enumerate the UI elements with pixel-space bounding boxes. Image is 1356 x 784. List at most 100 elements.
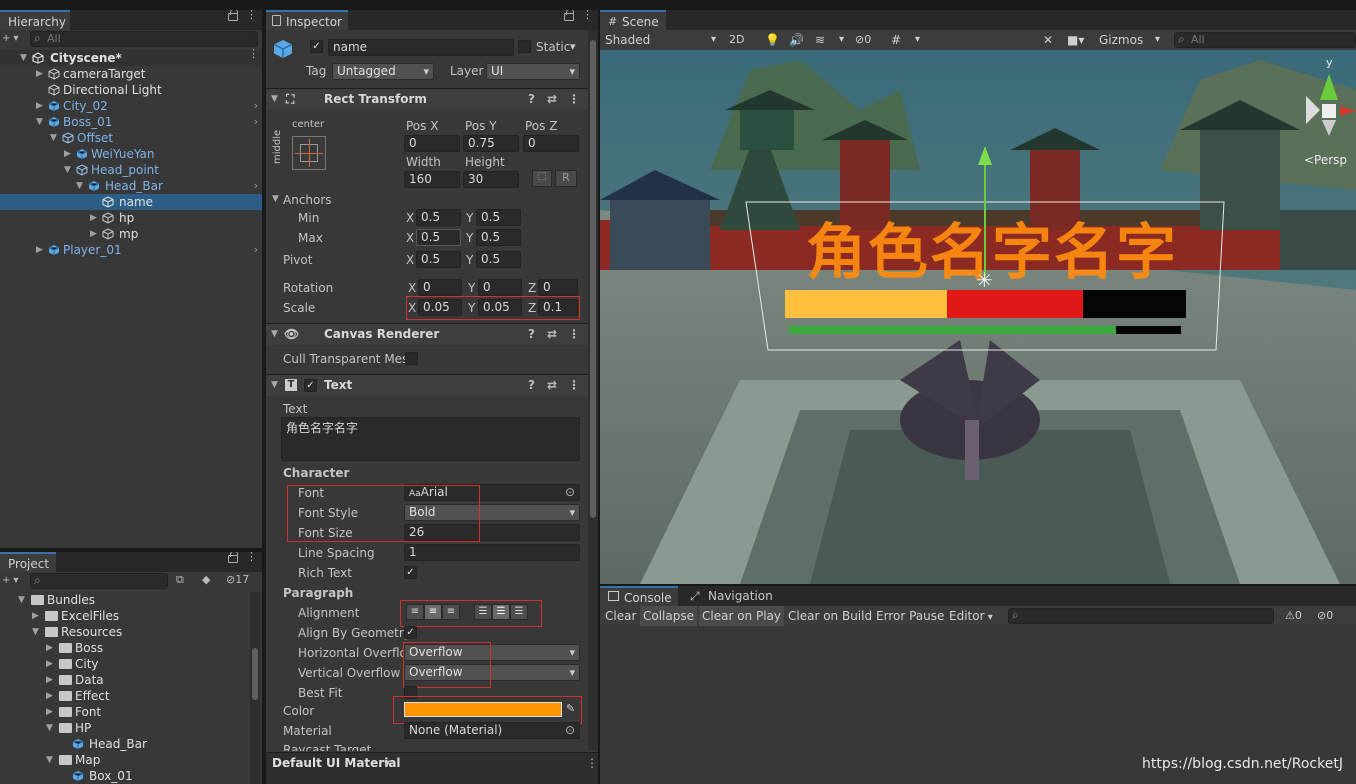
expand-arrow-icon[interactable]: ▼: [64, 162, 71, 178]
help-icon[interactable]: ?: [528, 375, 535, 395]
list-item[interactable]: Directional Light: [0, 82, 262, 98]
tab-project[interactable]: Project: [0, 552, 56, 572]
more-options-icon[interactable]: ⋮: [582, 10, 593, 25]
object-picker-icon[interactable]: ⊙: [565, 485, 575, 500]
console-clear-button[interactable]: Clear: [602, 606, 639, 626]
preset-icon[interactable]: ⇄: [547, 89, 557, 109]
tab-scene[interactable]: # Scene: [600, 10, 666, 30]
anchor-min-x-field[interactable]: 0.5: [416, 209, 461, 226]
collapse-arrow-icon[interactable]: ▶: [90, 210, 97, 226]
folder-item[interactable]: ▼ Bundles: [0, 592, 262, 608]
collapse-arrow-icon[interactable]: ▶: [46, 688, 53, 704]
hidden-count-icon[interactable]: ⊘17: [226, 573, 249, 586]
console-clear-on-play-button[interactable]: Clear on Play: [699, 606, 784, 626]
chevron-right-icon[interactable]: ›: [254, 98, 258, 114]
warning-count[interactable]: ⚠0: [1282, 606, 1305, 626]
posy-field[interactable]: 0.75: [463, 135, 519, 152]
scene-search[interactable]: All: [1174, 32, 1356, 48]
lock-icon[interactable]: [228, 10, 238, 21]
help-icon[interactable]: ?: [528, 324, 535, 344]
list-item-selected[interactable]: name: [0, 194, 262, 210]
anchor-max-x-field[interactable]: 0.5: [416, 229, 461, 246]
collapse-arrow-icon[interactable]: ▶: [90, 226, 97, 242]
tab-hierarchy[interactable]: Hierarchy: [0, 10, 70, 30]
collapse-arrow-icon[interactable]: ▶: [36, 66, 43, 82]
folder-item[interactable]: ▶ Font: [0, 704, 262, 720]
console-error-pause-button[interactable]: Error Pause: [873, 606, 947, 626]
line-spacing-field[interactable]: 1: [404, 544, 580, 561]
list-item[interactable]: ▶ hp: [0, 210, 262, 226]
static-dropdown-icon[interactable]: ▾: [570, 40, 576, 53]
foldout-arrow-icon[interactable]: ▼: [271, 324, 278, 344]
posz-field[interactable]: 0: [523, 135, 579, 152]
list-item[interactable]: ▶ mp: [0, 226, 262, 242]
orientation-gizmo[interactable]: [1322, 96, 1348, 112]
list-item[interactable]: ▼ Boss_01 ›: [0, 114, 262, 130]
list-item[interactable]: ▶ cameraTarget: [0, 66, 262, 82]
more-options-icon[interactable]: ⋮: [246, 552, 257, 567]
effects-toggle-icon[interactable]: ≋: [812, 30, 828, 50]
width-field[interactable]: 160: [404, 171, 460, 188]
object-picker-icon[interactable]: ⊙: [565, 723, 575, 738]
foldout-arrow-icon[interactable]: ▼: [271, 375, 278, 395]
folder-item[interactable]: ▼ Resources: [0, 624, 262, 640]
pivot-y-field[interactable]: 0.5: [476, 251, 521, 268]
effects-dropdown-icon[interactable]: ▾: [836, 30, 847, 50]
rich-text-checkbox[interactable]: ✓: [404, 566, 417, 579]
anchors-label[interactable]: Anchors: [283, 193, 332, 207]
grid-toggle-icon[interactable]: #: [888, 30, 904, 50]
inspector-scrollbar[interactable]: [588, 30, 598, 750]
folder-item[interactable]: ▶ Data: [0, 672, 262, 688]
folder-item[interactable]: ▼ HP: [0, 720, 262, 736]
hierarchy-search[interactable]: All: [30, 31, 258, 47]
scrollbar-thumb[interactable]: [252, 648, 258, 700]
collapse-arrow-icon[interactable]: ▶: [36, 242, 43, 258]
perspective-label[interactable]: <Persp: [1304, 153, 1347, 167]
console-collapse-button[interactable]: Collapse: [640, 606, 697, 626]
audio-toggle-icon[interactable]: 🔊: [786, 30, 807, 50]
list-item[interactable]: ▶ Player_01 ›: [0, 242, 262, 258]
chevron-right-icon[interactable]: ›: [254, 242, 258, 258]
footer-material-label[interactable]: Default UI Material: [272, 756, 401, 770]
collapse-arrow-icon[interactable]: ▶: [32, 608, 39, 624]
asset-item[interactable]: Box_01: [0, 768, 262, 784]
anchor-min-y-field[interactable]: 0.5: [476, 209, 521, 226]
scene-viewport[interactable]: 角色名字名字 ✳ y <Persp: [600, 50, 1356, 584]
scene-row[interactable]: ▼ Cityscene* ⋮: [0, 48, 262, 66]
chevron-right-icon[interactable]: ›: [254, 114, 258, 130]
component-menu-icon[interactable]: ⋮: [568, 324, 580, 344]
collapse-arrow-icon[interactable]: ▶: [46, 640, 53, 656]
lock-icon[interactable]: [564, 10, 574, 21]
list-item[interactable]: ▼ Head_Bar ›: [0, 178, 262, 194]
layer-dropdown[interactable]: UI: [486, 63, 580, 80]
list-item[interactable]: ▼ Offset: [0, 130, 262, 146]
align-geometry-checkbox[interactable]: ✓: [404, 626, 417, 639]
expand-arrow-icon[interactable]: ▼: [50, 130, 57, 146]
object-name-field[interactable]: name: [328, 39, 514, 56]
static-label[interactable]: Static: [536, 40, 570, 54]
footer-dropdown-icon[interactable]: ▾: [384, 756, 390, 770]
rotation-x-field[interactable]: 0: [418, 279, 462, 296]
collapse-arrow-icon[interactable]: ▶: [46, 656, 53, 672]
expand-arrow-icon[interactable]: ▼: [20, 50, 27, 66]
asset-item[interactable]: Head_Bar: [0, 736, 262, 752]
rotation-z-field[interactable]: 0: [538, 279, 578, 296]
camera-icon[interactable]: ■▾: [1064, 30, 1087, 50]
lighting-toggle-icon[interactable]: 💡: [762, 30, 783, 50]
preset-icon[interactable]: ⇄: [547, 375, 557, 395]
chevron-right-icon[interactable]: ›: [254, 178, 258, 194]
folder-item[interactable]: ▼ Map: [0, 752, 262, 768]
pivot-x-field[interactable]: 0.5: [416, 251, 461, 268]
footer-menu-icon[interactable]: ⋮: [586, 756, 598, 770]
project-search[interactable]: [30, 573, 168, 589]
grid-dropdown-icon[interactable]: ▾: [912, 30, 923, 50]
text-area[interactable]: 角色名字名字: [281, 417, 580, 461]
canvas-renderer-header[interactable]: ▼ 👁 Canvas Renderer ? ⇄ ⋮: [266, 323, 598, 345]
expand-arrow-icon[interactable]: ▼: [76, 178, 83, 194]
create-dropdown[interactable]: + ▾: [2, 575, 19, 586]
active-checkbox[interactable]: ✓: [310, 40, 323, 53]
height-field[interactable]: 30: [463, 171, 519, 188]
gizmos-dropdown[interactable]: Gizmos ▾: [1096, 30, 1162, 50]
expand-arrow-icon[interactable]: ▼: [46, 720, 53, 736]
lock-icon[interactable]: [228, 552, 238, 563]
